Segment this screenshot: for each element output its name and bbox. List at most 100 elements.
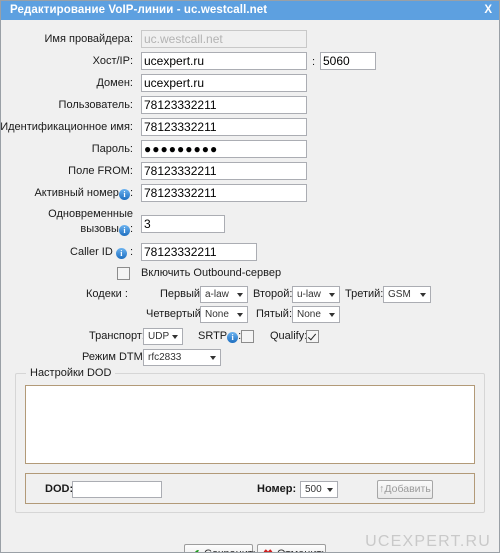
info-icon-active-number[interactable]: i bbox=[118, 189, 130, 200]
save-button[interactable]: ✔ Сохранить bbox=[184, 544, 259, 552]
outbound-server-label: Включить Outbound-сервер bbox=[141, 267, 282, 279]
dtmf-mode-label: Режим DTMF: bbox=[82, 351, 153, 363]
active-number-input[interactable] bbox=[141, 184, 307, 202]
dod-list-area[interactable] bbox=[25, 385, 475, 464]
password-label: Пароль: bbox=[91, 143, 133, 155]
dialog-body: Имя провайдера: Хост/IP: : Домен: Пользо… bbox=[1, 20, 499, 552]
row-transport: Транспорт: UDP SRTP i: Qualify: bbox=[1, 327, 499, 347]
cancel-button-label: Отменить bbox=[277, 548, 327, 552]
user-input[interactable] bbox=[141, 96, 307, 114]
codec-first-value: a-law bbox=[205, 289, 229, 300]
dialog-titlebar: Редактирование VoIP-линии - uc.westcall.… bbox=[1, 1, 499, 21]
save-button-label: Сохранить bbox=[204, 548, 259, 552]
chevron-down-icon bbox=[420, 293, 426, 297]
qualify-label: Qualify: bbox=[270, 330, 308, 342]
srtp-label: SRTP bbox=[198, 330, 228, 342]
srtp-checkbox[interactable] bbox=[241, 330, 254, 343]
codec-third-value: GSM bbox=[388, 289, 411, 300]
dod-number-value: 500 bbox=[305, 484, 322, 495]
info-icon-simultaneous-calls[interactable]: i bbox=[118, 225, 130, 236]
simultaneous-calls-label-line1: Одновременные bbox=[48, 208, 133, 220]
transport-label: Транспорт: bbox=[89, 330, 145, 342]
codec-fifth-select[interactable]: None bbox=[292, 306, 340, 323]
codec-fourth-select[interactable]: None bbox=[200, 306, 248, 323]
info-icon-caller-id[interactable]: i bbox=[115, 248, 127, 259]
dtmf-mode-value: rfc2833 bbox=[148, 352, 182, 363]
user-label: Пользователь: bbox=[58, 99, 133, 111]
dod-add-bar: DOD: Номер: 500 ↑Добавить bbox=[25, 473, 475, 504]
codec-fourth-label: Четвертый: bbox=[146, 308, 204, 320]
row-outbound-server: Включить Outbound-сервер bbox=[1, 264, 499, 284]
voip-line-edit-dialog: Редактирование VoIP-линии - uc.westcall.… bbox=[0, 0, 500, 553]
auth-name-input[interactable] bbox=[141, 118, 307, 136]
chevron-down-icon bbox=[329, 293, 335, 297]
row-from-field: Поле FROM: bbox=[1, 162, 499, 182]
row-dtmf-mode: Режим DTMF: rfc2833 bbox=[1, 348, 499, 368]
dod-add-button[interactable]: ↑Добавить bbox=[377, 480, 433, 499]
codec-third-label: Третий: bbox=[345, 288, 384, 300]
row-user: Пользователь: bbox=[1, 96, 499, 116]
transport-value: UDP bbox=[148, 331, 170, 342]
caller-id-input[interactable] bbox=[141, 243, 257, 261]
row-codecs-2: Четвертый: None Пятый: None bbox=[1, 305, 499, 325]
dtmf-mode-select[interactable]: rfc2833 bbox=[143, 349, 221, 366]
chevron-down-icon bbox=[329, 313, 335, 317]
dod-number-select[interactable]: 500 bbox=[300, 481, 338, 498]
row-active-number: Активный номер i: bbox=[1, 184, 499, 204]
dod-input[interactable] bbox=[72, 481, 162, 498]
simultaneous-calls-suffix: : bbox=[129, 223, 133, 235]
codec-first-label: Первый: bbox=[160, 288, 204, 300]
chevron-down-icon bbox=[237, 313, 243, 317]
codec-fifth-value: None bbox=[297, 309, 321, 320]
outbound-server-checkbox[interactable] bbox=[117, 267, 130, 280]
row-codecs-1: Кодеки : Первый: a-law Второй: u-law Тре… bbox=[1, 285, 499, 305]
simultaneous-calls-label-line2: вызовы bbox=[80, 223, 119, 235]
info-icon-srtp[interactable]: i bbox=[227, 332, 239, 343]
codec-third-select[interactable]: GSM bbox=[383, 286, 431, 303]
domain-label: Домен: bbox=[96, 77, 133, 89]
row-caller-id: Caller ID i : bbox=[1, 243, 499, 263]
chevron-down-icon bbox=[172, 335, 178, 339]
chevron-down-icon bbox=[327, 488, 333, 492]
row-password: Пароль: bbox=[1, 140, 499, 160]
auth-name-label: Идентификационное имя: bbox=[0, 121, 133, 133]
dod-settings-legend: Настройки DOD bbox=[26, 367, 116, 379]
codec-first-select[interactable]: a-law bbox=[200, 286, 248, 303]
port-separator: : bbox=[312, 56, 316, 68]
chevron-down-icon bbox=[210, 356, 216, 360]
cancel-button[interactable]: ✖ Отменить bbox=[257, 544, 327, 552]
watermark: UCEXPERT.RU bbox=[365, 533, 491, 550]
qualify-checkbox[interactable] bbox=[306, 330, 319, 343]
from-field-input[interactable] bbox=[141, 162, 307, 180]
password-input[interactable] bbox=[141, 140, 307, 158]
active-number-suffix: : bbox=[129, 187, 133, 199]
cross-icon: ✖ bbox=[263, 546, 273, 552]
host-ip-label: Хост/IP: bbox=[92, 55, 133, 67]
close-icon[interactable]: X bbox=[484, 4, 492, 16]
chevron-down-icon bbox=[237, 293, 243, 297]
caller-id-label: Caller ID bbox=[70, 246, 113, 258]
check-icon: ✔ bbox=[190, 546, 200, 552]
dialog-title: Редактирование VoIP-линии - uc.westcall.… bbox=[10, 4, 268, 16]
codec-fourth-value: None bbox=[205, 309, 229, 320]
row-auth-name: Идентификационное имя: bbox=[1, 118, 499, 138]
dod-number-label: Номер: bbox=[257, 483, 297, 495]
from-field-label: Поле FROM: bbox=[68, 165, 133, 177]
row-host-ip: Хост/IP: : bbox=[1, 52, 499, 72]
codec-fifth-label: Пятый: bbox=[256, 308, 293, 320]
transport-select[interactable]: UDP bbox=[143, 328, 183, 345]
row-simultaneous-calls: Одновременные вызовы i: bbox=[1, 207, 499, 241]
provider-name-input[interactable] bbox=[141, 30, 307, 48]
codec-second-label: Второй: bbox=[253, 288, 293, 300]
domain-input[interactable] bbox=[141, 74, 307, 92]
provider-name-label: Имя провайдера: bbox=[44, 33, 133, 45]
codecs-section-label: Кодеки : bbox=[86, 288, 128, 300]
dod-label: DOD: bbox=[45, 483, 74, 495]
codec-second-select[interactable]: u-law bbox=[292, 286, 340, 303]
host-ip-input[interactable] bbox=[141, 52, 307, 70]
port-input[interactable] bbox=[320, 52, 376, 70]
row-domain: Домен: bbox=[1, 74, 499, 94]
dod-settings-fieldset: Настройки DOD DOD: Номер: 500 ↑Добавить bbox=[15, 367, 485, 513]
caller-id-suffix: : bbox=[129, 246, 133, 258]
simultaneous-calls-input[interactable] bbox=[141, 215, 225, 233]
